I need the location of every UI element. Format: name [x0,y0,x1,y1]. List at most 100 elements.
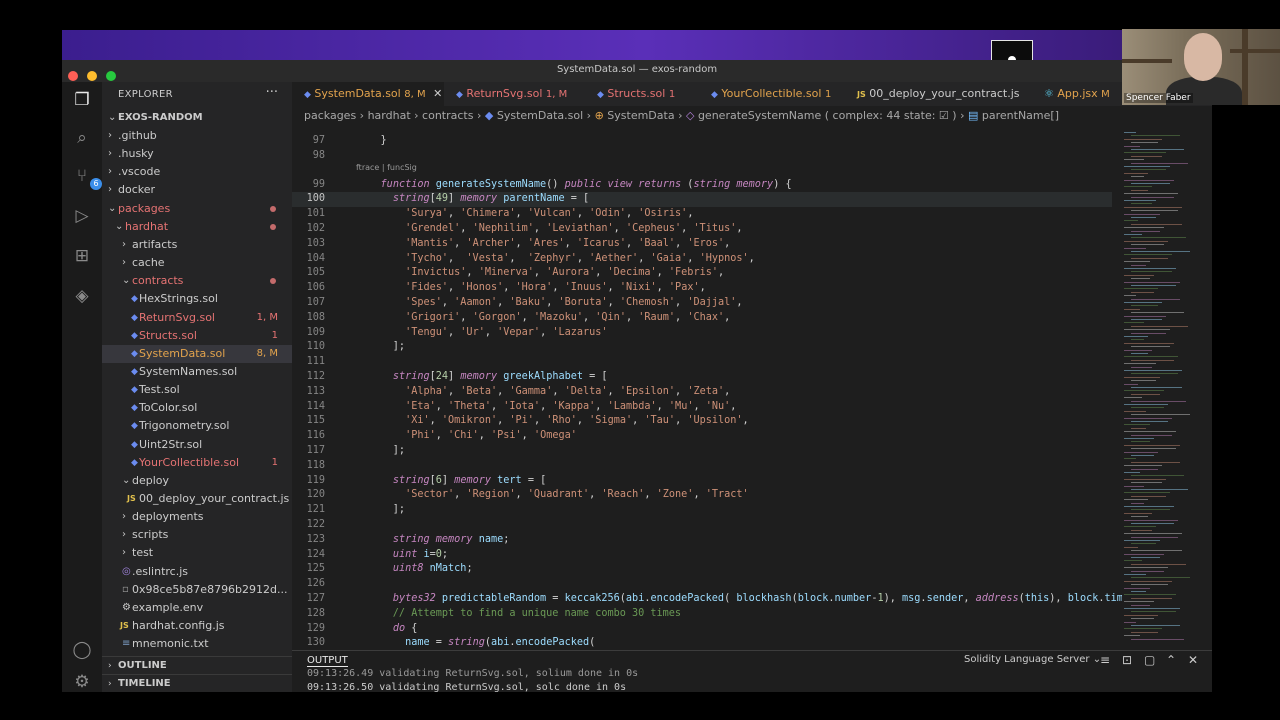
breadcrumb-item[interactable]: generateSystemName ( complex: 44 state: … [698,109,957,122]
account-icon[interactable]: ◯ [70,638,94,662]
minimap-line [1131,312,1184,314]
breadcrumb-item[interactable]: packages [304,109,356,122]
tree-item[interactable]: ▫ 0x98ce5b87e8796b2912d... [102,581,292,599]
editor-tab[interactable]: ◆ ReturnSvg.sol 1, M [444,82,585,106]
tree-item[interactable]: ◆ HexStrings.sol [102,290,292,308]
tree-item[interactable]: ⌄ hardhat [102,218,292,236]
breadcrumb-item[interactable]: contracts [422,109,473,122]
breadcrumb-item[interactable]: SystemData.sol [497,109,583,122]
code-text: string[49] memory parentName = [ [392,193,590,205]
tree-item[interactable]: ◎ .eslintrc.js [102,563,292,581]
codelens[interactable]: ftrace | funcSig [356,163,417,172]
settings-gear-icon[interactable]: ⚙ [70,670,94,692]
editor-tab[interactable]: ◆ Structs.sol 1 [585,82,699,106]
search-icon[interactable]: ⌕ [70,126,94,150]
close-panel-icon[interactable]: ✕ [1188,653,1198,667]
files-icon[interactable]: ❐ [70,88,94,112]
minimap-line [1124,363,1156,365]
tree-item[interactable]: ◆ Structs.sol 1 [102,327,292,345]
lock-icon[interactable]: ⊡ [1122,653,1132,667]
chevron-right-icon: › [108,130,112,141]
clear-output-icon[interactable]: ≡ [1100,653,1110,667]
tree-item[interactable]: ◆ Uint2Str.sol [102,436,292,454]
source-control-icon[interactable]: ⑂ 6 [70,164,102,190]
minimap-line [1131,421,1168,422]
minimap-line [1131,319,1162,320]
minimap-line [1124,485,1144,487]
editor-tab[interactable]: ◆ SystemData.sol 8, M ✕ [292,82,444,106]
minimap-line [1131,448,1176,450]
tree-item[interactable]: ⌄ deploy [102,472,292,490]
tree-item[interactable]: JS hardhat.config.js [102,617,292,635]
tree-item[interactable]: › test [102,544,292,562]
text-file-icon: ≡ [122,638,131,650]
chevron-right-icon: › [122,257,126,269]
minimap-line [1131,183,1170,184]
tree-item[interactable]: ◆ SystemData.sol 8, M [102,344,292,363]
eslint-icon: ◎ [122,565,131,577]
copy-icon[interactable]: ▢ [1144,653,1155,667]
workspace-root[interactable]: ⌄ EXOS-RANDOM [102,109,292,127]
output-tab[interactable]: OUTPUT [307,655,348,667]
editor-tab[interactable]: ⚛ App.jsx M [1032,82,1112,106]
code-editor[interactable]: ftrace | funcSig 97 } 98 99 function genera… [292,126,1122,670]
extensions-icon[interactable]: ⊞ [70,244,94,268]
tree-item[interactable]: ◆ SystemNames.sol [102,363,292,381]
run-debug-icon[interactable]: ▷ [70,204,94,228]
line-number: 116 [306,430,325,442]
code-text: name = string(abi.encodePacked( [405,637,596,649]
code-text: 'Tycho', 'Vesta', 'Zephyr', 'Aether', 'G… [405,252,755,264]
line-number: 107 [306,297,325,308]
tree-item[interactable]: › scripts [102,526,292,544]
tree-item[interactable]: ◆ ToColor.sol [102,399,292,417]
tree-item[interactable]: ◆ ReturnSvg.sol 1, M [102,309,292,327]
breadcrumb-item[interactable]: parentName[] [982,109,1059,122]
minimap-line [1131,251,1190,252]
minimap-line [1124,172,1148,174]
tree-item[interactable]: ⌄ packages [102,200,292,218]
ethereum-icon[interactable]: ◈ [70,284,94,308]
minimap-line [1131,278,1150,280]
tree-item[interactable]: › .vscode [102,163,292,181]
output-line: 09:13:26.49 validating ReturnSvg.sol, so… [307,668,639,679]
output-channel-select[interactable]: Solidity Language Server ⌄ [964,654,1101,665]
minimap-line [1124,342,1174,344]
tree-item[interactable]: › cache [102,254,292,272]
minimap-line [1124,601,1154,603]
minimap-line [1124,546,1138,548]
explorer-sidebar: EXPLORER ··· ⌄ EXOS-RANDOM › .github › .hus… [102,82,292,692]
outline-section[interactable]: › OUTLINE [102,656,292,675]
breadcrumb-item[interactable]: hardhat [368,109,411,122]
tree-item[interactable]: ⌄ contracts [102,272,292,290]
code-line: 115 'Xi', 'Omikron', 'Pi', 'Rho', 'Sigma… [292,414,1112,429]
tree-item[interactable]: › .github [102,127,292,145]
tree-item[interactable]: › docker [102,181,292,199]
minimap-line [1124,302,1162,303]
tree-item[interactable]: ◆ Trigonometry.sol [102,417,292,435]
tree-item[interactable]: ◆ YourCollectible.sol 1 [102,454,292,472]
tree-item[interactable]: ≡ mnemonic.txt [102,635,292,653]
maximize-panel-icon[interactable]: ⌃ [1166,653,1176,667]
tree-item[interactable]: ⚙ example.env [102,599,292,617]
minimap-line [1124,499,1148,501]
line-number: 129 [306,622,325,634]
line-number: 121 [306,504,325,516]
editor-tab[interactable]: JS 00_deploy_your_contract.js [845,82,1032,106]
tree-item[interactable]: › deployments [102,508,292,526]
breadcrumb-item[interactable]: SystemData [607,109,674,122]
tree-item[interactable]: JS 00_deploy_your_contract.js [102,490,292,508]
close-tab-icon[interactable]: ✕ [433,87,442,100]
minimap-line [1124,492,1170,494]
tree-item[interactable]: › artifacts [102,236,292,254]
code-line: 129 do { [292,622,1112,637]
minimap-line [1124,404,1168,405]
tree-item[interactable]: ◆ Test.sol [102,381,292,399]
code-text: 'Tengu', 'Ur', 'Vepar', 'Lazarus' [405,326,608,338]
tree-item[interactable]: › .husky [102,145,292,163]
editor-tab[interactable]: ◆ YourCollectible.sol 1 [699,82,845,106]
timeline-section[interactable]: › TIMELINE [102,674,292,692]
minimap-line [1131,638,1184,640]
minimap[interactable] [1118,126,1212,670]
more-actions-icon[interactable]: ··· [266,85,278,100]
tree-item-label: YourCollectible.sol [139,455,240,469]
